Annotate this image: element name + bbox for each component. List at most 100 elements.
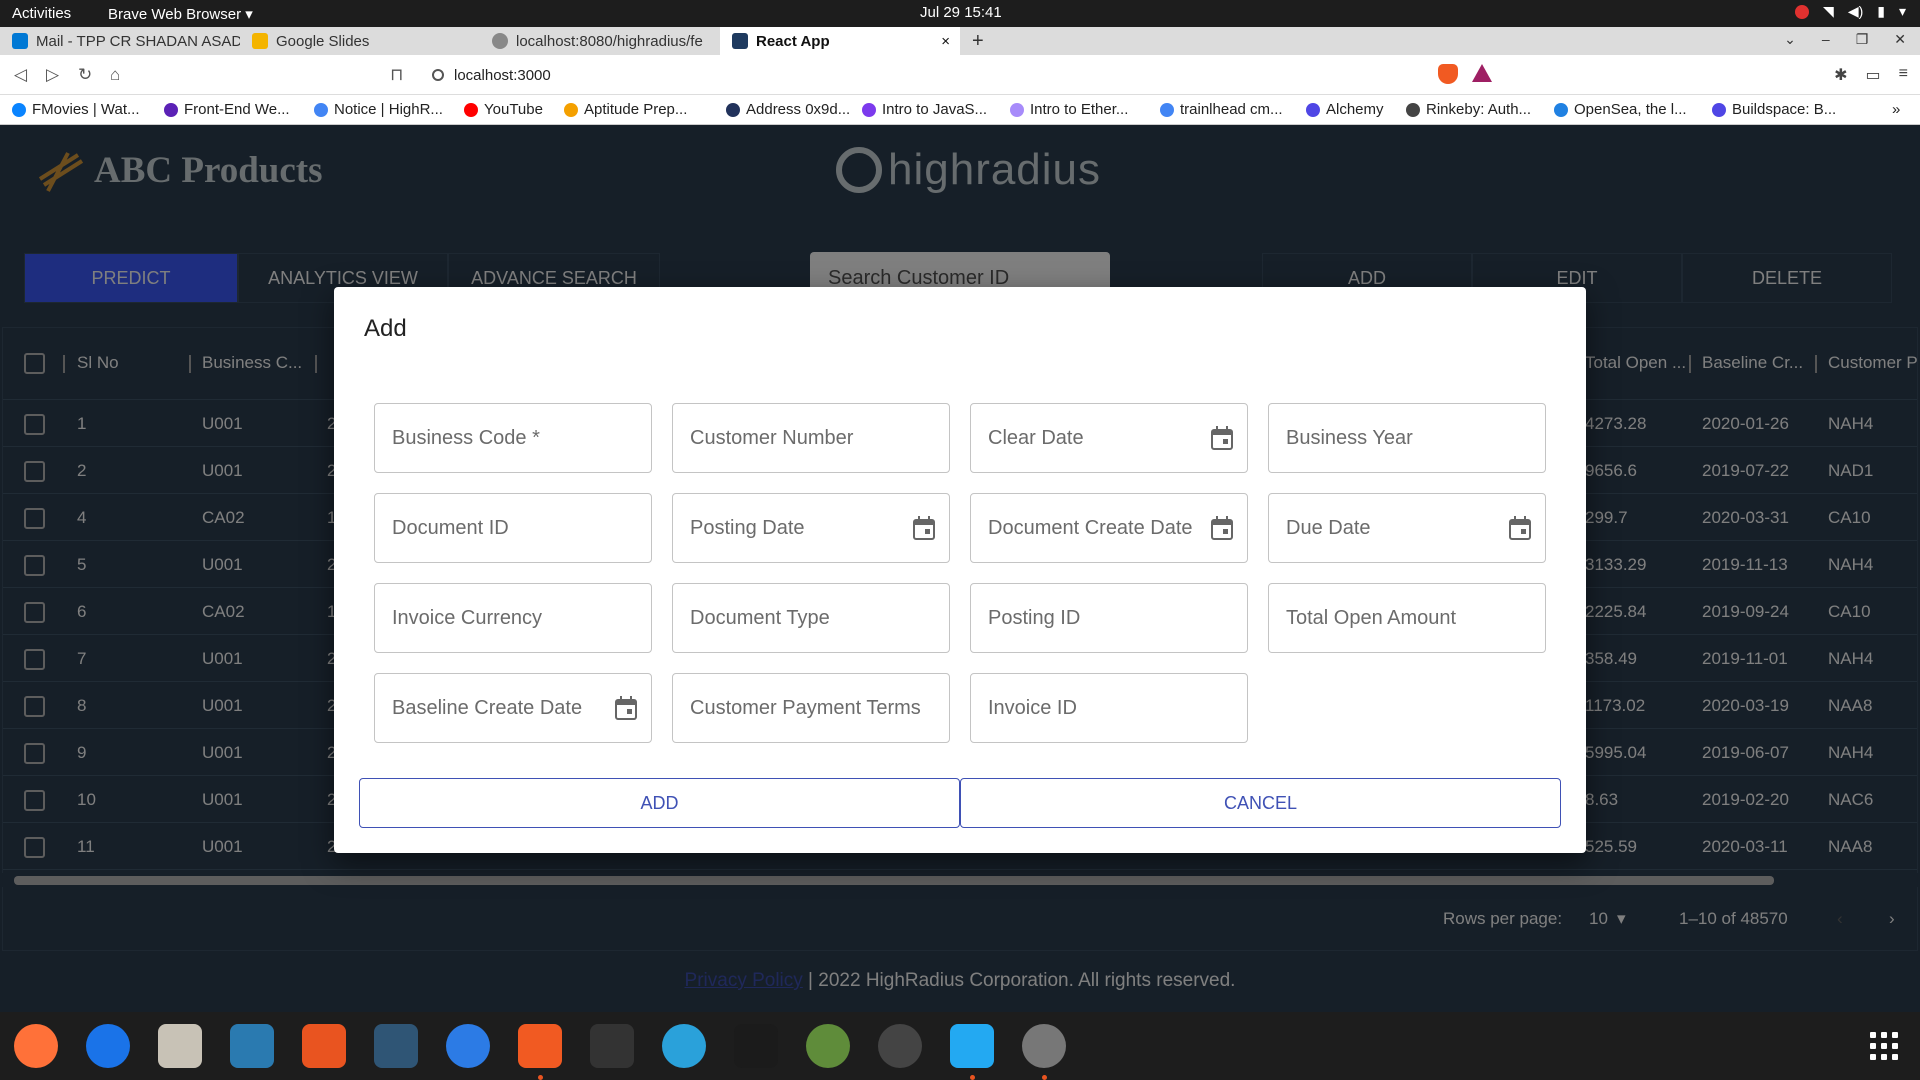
os-top-bar: Activities Brave Web Browser ▾ Jul 29 15… [0, 0, 1920, 27]
field-document-id[interactable]: Document ID [374, 493, 652, 563]
bookmark-label: YouTube [484, 101, 543, 118]
bookmark-item[interactable]: Front-End We... [164, 101, 290, 118]
field-customer-payment-terms[interactable]: Customer Payment Terms [672, 673, 950, 743]
field-invoice-id[interactable]: Invoice ID [970, 673, 1248, 743]
thunderbird-icon[interactable] [86, 1024, 130, 1068]
globe-tool-icon[interactable] [806, 1024, 850, 1068]
bookmark-label: OpenSea, the l... [1574, 101, 1687, 118]
tab-react-app[interactable]: React App × [720, 27, 960, 55]
field-label: Business Code * [392, 427, 540, 449]
new-tab-icon[interactable]: + [972, 30, 984, 53]
field-business-year[interactable]: Business Year [1268, 403, 1546, 473]
bookmark-item[interactable]: Notice | HighR... [314, 101, 443, 118]
dialog-add-button[interactable]: ADD [359, 778, 960, 828]
bookmark-item[interactable]: Rinkeby: Auth... [1406, 101, 1531, 118]
bookmark-favicon-icon [564, 102, 578, 117]
brave-icon[interactable] [518, 1024, 562, 1068]
calendar-icon[interactable] [615, 696, 637, 720]
calendar-icon[interactable] [1211, 516, 1233, 540]
brave-shields-icon[interactable] [1438, 64, 1458, 84]
more-bookmarks-icon[interactable]: » [1892, 101, 1900, 118]
tab-google-slides[interactable]: Google Slides [240, 27, 480, 55]
brave-rewards-icon[interactable] [1472, 64, 1492, 82]
running-indicator [538, 1075, 543, 1080]
bookmark-item[interactable]: Intro to JavaS... [862, 101, 987, 118]
dialog-cancel-button[interactable]: CANCEL [960, 778, 1561, 828]
field-business-code[interactable]: Business Code * [374, 403, 652, 473]
minimize-icon[interactable]: – [1822, 31, 1830, 48]
calendar-icon[interactable] [1509, 516, 1531, 540]
do-not-disturb-icon [1795, 4, 1810, 19]
mysql-workbench-icon[interactable] [374, 1024, 418, 1068]
extensions-icon[interactable]: ✱ [1834, 65, 1847, 85]
browser-navigation-bar: ◁ ▷ ↻ ⌂ ⊓ localhost:3000 ✱ ▭ ≡ [0, 55, 1920, 95]
bookmark-item[interactable]: YouTube [464, 101, 543, 118]
java-ee-ide-icon[interactable] [1022, 1024, 1066, 1068]
bookmark-favicon-icon [1554, 102, 1568, 117]
field-invoice-currency[interactable]: Invoice Currency [374, 583, 652, 653]
app-center-icon[interactable] [302, 1024, 346, 1068]
app-menu[interactable]: Brave Web Browser ▾ [108, 5, 253, 23]
browser-menu-icon[interactable]: ≡ [1899, 65, 1908, 85]
field-customer-number[interactable]: Customer Number [672, 403, 950, 473]
reload-icon[interactable]: ↻ [78, 65, 92, 85]
field-label: Baseline Create Date [392, 697, 583, 719]
calendar-icon[interactable] [1211, 426, 1233, 450]
writer-icon[interactable] [230, 1024, 274, 1068]
react-favicon-icon [732, 33, 748, 49]
show-apps-icon[interactable] [1870, 1032, 1898, 1060]
site-info-icon[interactable] [432, 69, 444, 81]
tab-localhost-8080[interactable]: localhost:8080/highradius/fe [480, 27, 720, 55]
bookmark-label: Aptitude Prep... [584, 101, 688, 118]
clock[interactable]: Jul 29 15:41 [920, 4, 1002, 21]
close-window-icon[interactable]: ✕ [1894, 31, 1906, 48]
forward-icon[interactable]: ▷ [46, 65, 59, 85]
address-bar[interactable]: localhost:3000 [420, 60, 1430, 90]
terminal-icon[interactable] [590, 1024, 634, 1068]
bookmark-favicon-icon [464, 102, 478, 117]
bookmark-favicon-icon [1160, 102, 1174, 117]
tab-label: Google Slides [276, 32, 370, 50]
field-posting-id[interactable]: Posting ID [970, 583, 1248, 653]
bookmark-item[interactable]: OpenSea, the l... [1554, 101, 1687, 118]
activities-button[interactable]: Activities [12, 5, 71, 22]
bookmark-item[interactable]: Intro to Ether... [1010, 101, 1128, 118]
bookmark-item[interactable]: trainlhead cm... [1160, 101, 1283, 118]
files-icon[interactable] [158, 1024, 202, 1068]
tab-list-icon[interactable]: ⌄ [1784, 31, 1796, 48]
bookmark-item[interactable]: Buildspace: B... [1712, 101, 1836, 118]
system-tray[interactable]: ◥ ◀) ▮ ▾ [1795, 3, 1906, 20]
intellij-icon[interactable] [734, 1024, 778, 1068]
bookmark-icon[interactable]: ⊓ [390, 65, 403, 85]
wallet-icon[interactable]: ▭ [1866, 65, 1881, 85]
firefox-icon[interactable] [14, 1024, 58, 1068]
bookmark-item[interactable]: Alchemy [1306, 101, 1384, 118]
back-icon[interactable]: ◁ [14, 65, 27, 85]
bookmark-favicon-icon [862, 102, 876, 117]
bookmark-item[interactable]: Aptitude Prep... [564, 101, 687, 118]
help-icon[interactable] [446, 1024, 490, 1068]
tab-mail[interactable]: Mail - TPP CR SHADAN ASAD - [0, 27, 240, 55]
field-label: Posting ID [988, 607, 1081, 629]
add-dialog: Add ADD CANCEL Business Code * Customer N… [334, 287, 1586, 853]
field-document-type[interactable]: Document Type [672, 583, 950, 653]
close-tab-icon[interactable]: × [941, 33, 950, 50]
bookmark-label: Intro to JavaS... [882, 101, 988, 118]
bookmark-item[interactable]: FMovies | Wat... [12, 101, 140, 118]
bookmark-favicon-icon [164, 102, 178, 117]
home-icon[interactable]: ⌂ [110, 65, 120, 85]
calendar-icon[interactable] [913, 516, 935, 540]
field-total-open-amount[interactable]: Total Open Amount [1268, 583, 1546, 653]
bookmark-item[interactable]: Address 0x9d... [726, 101, 850, 118]
bookmark-label: trainlhead cm... [1180, 101, 1283, 118]
field-clear-date[interactable]: Clear Date [970, 403, 1248, 473]
telegram-icon[interactable] [662, 1024, 706, 1068]
wireshark-icon[interactable] [878, 1024, 922, 1068]
field-baseline-create-date[interactable]: Baseline Create Date [374, 673, 652, 743]
vscode-icon[interactable] [950, 1024, 994, 1068]
field-due-date[interactable]: Due Date [1268, 493, 1546, 563]
field-document-create-date[interactable]: Document Create Date [970, 493, 1248, 563]
field-posting-date[interactable]: Posting Date [672, 493, 950, 563]
bookmark-label: Buildspace: B... [1732, 101, 1837, 118]
maximize-icon[interactable]: ❐ [1856, 31, 1869, 48]
